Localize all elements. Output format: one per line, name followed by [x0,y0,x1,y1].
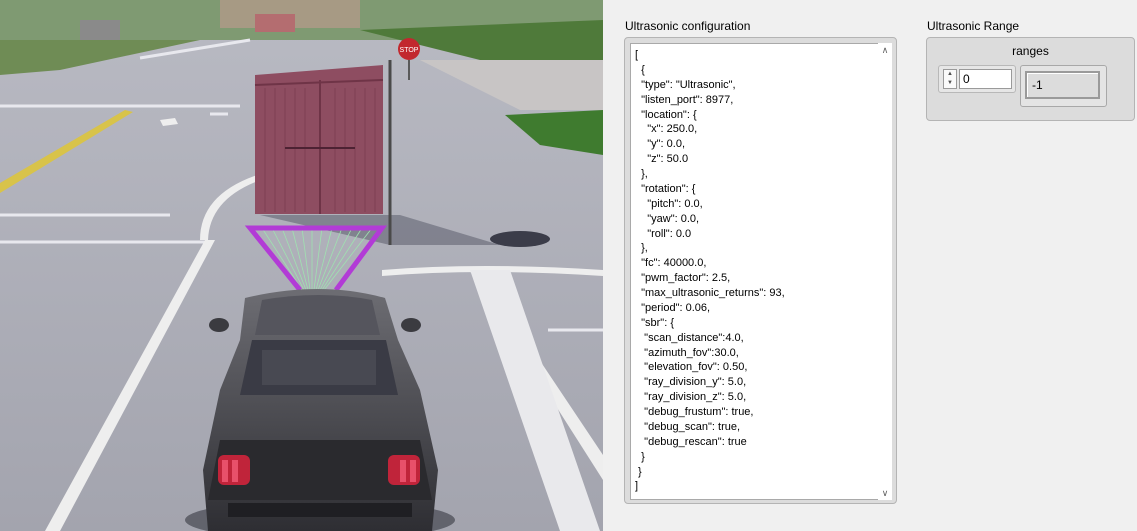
range-frame: ranges ▲ ▼ 0 -1 [926,37,1135,121]
range-label: Ultrasonic Range [927,19,1020,33]
simulation-viewport: STOP [0,0,603,531]
config-frame: [ { "type": "Ultrasonic", "listen_port":… [624,37,897,504]
ranges-caption: ranges [1012,44,1049,58]
range-value-display: -1 [1025,71,1100,99]
config-label: Ultrasonic configuration [625,19,751,33]
array-index-control: ▲ ▼ 0 [938,65,1016,93]
decrement-arrow-icon[interactable]: ▼ [944,79,956,88]
chevron-up-icon[interactable]: ∧ [878,43,892,57]
config-scrollbar[interactable]: ∧ ∨ [878,43,892,500]
increment-arrow-icon[interactable]: ▲ [944,70,956,79]
config-json-text[interactable]: [ { "type": "Ultrasonic", "listen_port":… [631,44,878,494]
index-stepper[interactable]: ▲ ▼ [943,69,957,89]
config-textarea[interactable]: [ { "type": "Ultrasonic", "listen_port":… [630,43,879,500]
range-value-frame: -1 [1020,65,1107,107]
chevron-down-icon[interactable]: ∨ [878,486,892,500]
array-index-input[interactable]: 0 [959,69,1012,89]
control-panel: Ultrasonic configuration [ { "type": "Ul… [603,0,1137,531]
stop-sign-text: STOP [400,47,419,54]
